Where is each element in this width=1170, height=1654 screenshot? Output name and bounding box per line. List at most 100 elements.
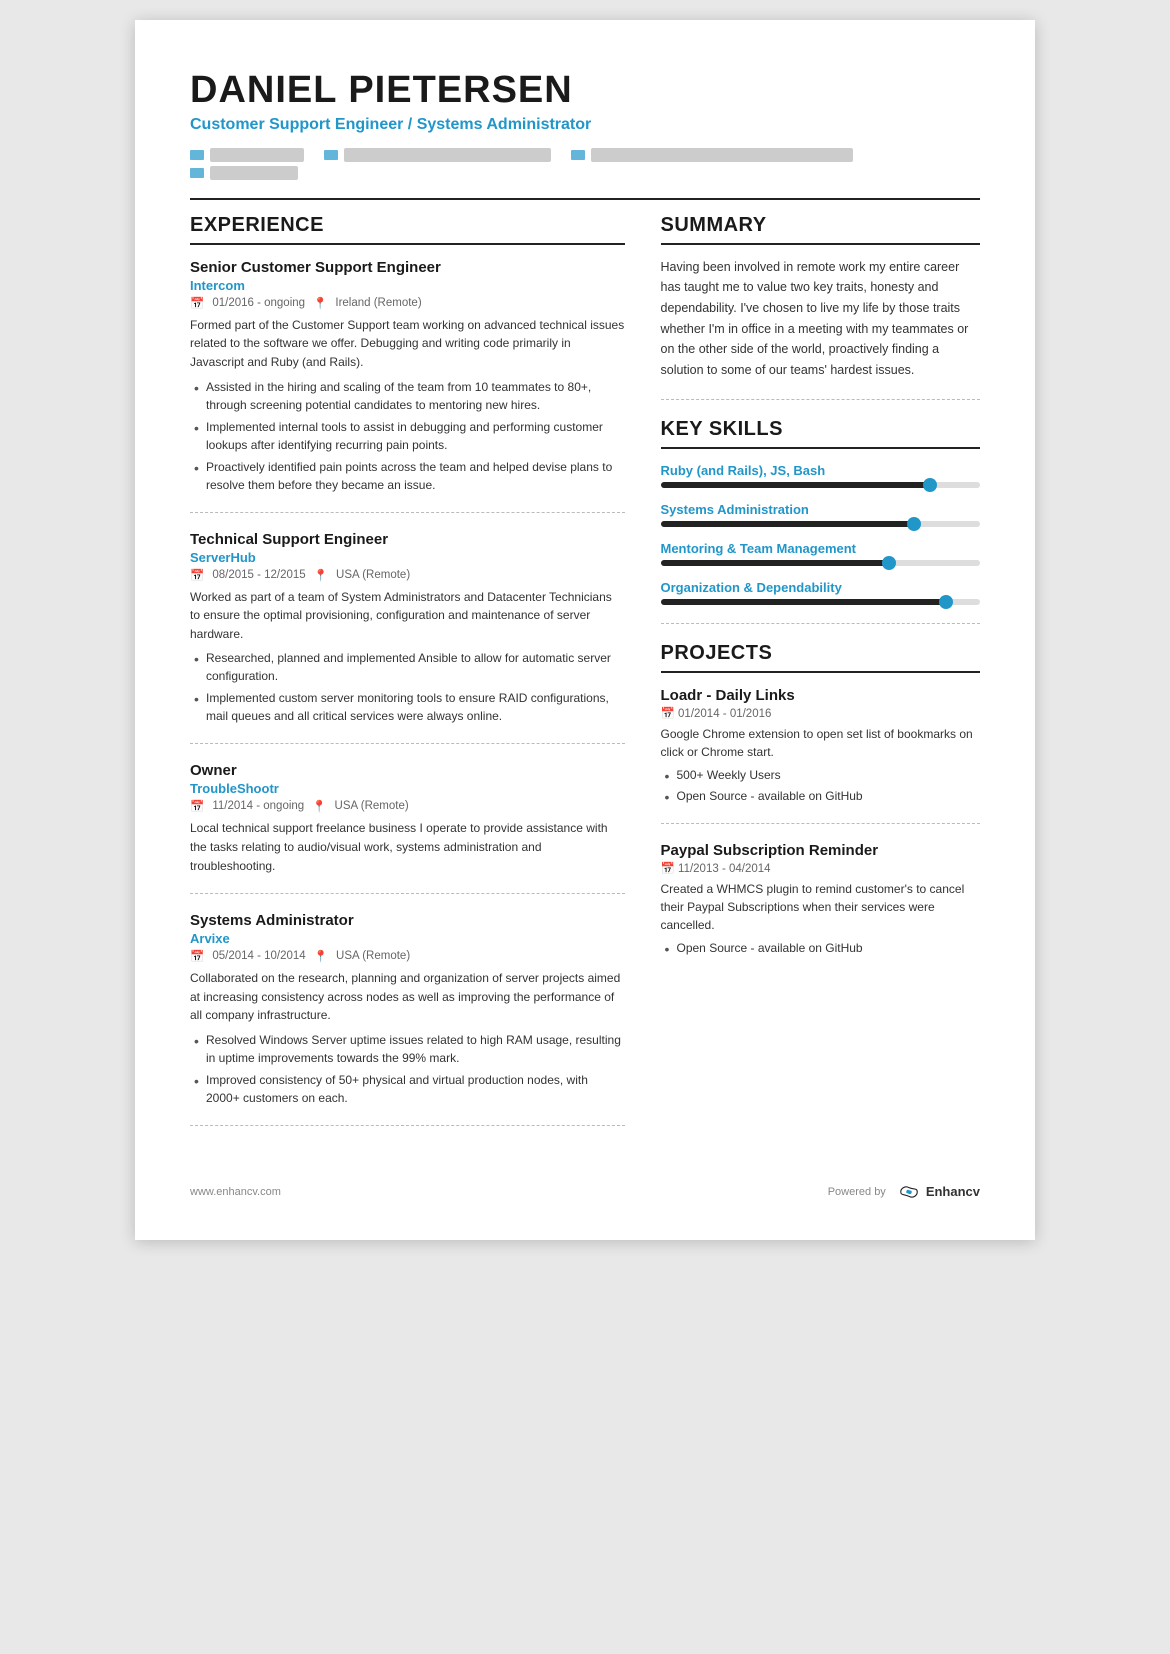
- web-value: ████ ██████: [210, 166, 298, 180]
- calendar-icon-2: 📅: [190, 568, 204, 582]
- job-1-desc: Formed part of the Customer Support team…: [190, 316, 625, 372]
- calendar-icon-4: 📅: [190, 949, 204, 963]
- skill-2-fill: [661, 521, 917, 527]
- candidate-name: DANIEL PIETERSEN: [190, 70, 980, 112]
- enhancv-brand-name: Enhancv: [926, 1184, 980, 1199]
- job-3-desc: Local technical support freelance busine…: [190, 819, 625, 875]
- project-2: Paypal Subscription Reminder 📅 11/2013 -…: [661, 842, 981, 957]
- job-2-bullet-2: Implemented custom server monitoring too…: [194, 689, 625, 725]
- contact-address: ██████████ ████████████ ████████: [571, 148, 853, 162]
- powered-by-label: Powered by: [828, 1186, 886, 1198]
- job-4-location: USA (Remote): [336, 950, 410, 962]
- job-1-bullet-3: Proactively identified pain points acros…: [194, 458, 625, 494]
- summary-section-title: SUMMARY: [661, 214, 981, 237]
- right-column: SUMMARY Having been involved in remote w…: [661, 214, 981, 1144]
- projects-divider: [661, 671, 981, 673]
- contact-web: ████ ██████: [190, 166, 298, 180]
- project-1-desc: Google Chrome extension to open set list…: [661, 725, 981, 761]
- job-2-title: Technical Support Engineer: [190, 531, 625, 548]
- job-1-title: Senior Customer Support Engineer: [190, 259, 625, 276]
- project-2-bullet-1: Open Source - available on GitHub: [665, 939, 981, 957]
- job-1: Senior Customer Support Engineer Interco…: [190, 259, 625, 494]
- job-3-title: Owner: [190, 762, 625, 779]
- skill-1-bar: [661, 482, 981, 488]
- job-1-meta: 📅 01/2016 - ongoing 📍 Ireland (Remote): [190, 296, 625, 310]
- calendar-icon-p2: 📅: [661, 863, 675, 875]
- location-icon: [571, 150, 585, 160]
- main-content: EXPERIENCE Senior Customer Support Engin…: [190, 214, 980, 1144]
- calendar-icon-p1: 📅: [661, 708, 675, 720]
- job-2-meta: 📅 08/2015 - 12/2015 📍 USA (Remote): [190, 568, 625, 582]
- pin-icon-1: 📍: [313, 296, 327, 310]
- job-divider-3: [190, 893, 625, 894]
- summary-skills-divider: [661, 399, 981, 400]
- job-4-desc: Collaborated on the research, planning a…: [190, 969, 625, 1025]
- calendar-icon-1: 📅: [190, 296, 204, 310]
- job-4-title: Systems Administrator: [190, 912, 625, 929]
- skill-2-bar: [661, 521, 981, 527]
- skill-2-dot: [907, 517, 921, 531]
- project-1-title: Loadr - Daily Links: [661, 687, 981, 704]
- skill-2: Systems Administration: [661, 502, 981, 527]
- enhancv-logo-icon: [898, 1184, 920, 1200]
- left-column: EXPERIENCE Senior Customer Support Engin…: [190, 214, 625, 1144]
- job-1-bullet-2: Implemented internal tools to assist in …: [194, 418, 625, 454]
- job-2-location: USA (Remote): [336, 569, 410, 581]
- job-4-dates: 05/2014 - 10/2014: [212, 950, 305, 962]
- job-1-location: Ireland (Remote): [335, 297, 421, 309]
- skill-3-fill: [661, 560, 891, 566]
- job-3-meta: 📅 11/2014 - ongoing 📍 USA (Remote): [190, 799, 625, 813]
- email-value: ████████████████████ ████: [344, 148, 551, 162]
- job-4-bullet-1: Resolved Windows Server uptime issues re…: [194, 1031, 625, 1067]
- project-2-title: Paypal Subscription Reminder: [661, 842, 981, 859]
- phone-icon: [190, 150, 204, 160]
- summary-text: Having been involved in remote work my e…: [661, 257, 981, 381]
- project-1: Loadr - Daily Links 📅 01/2014 - 01/2016 …: [661, 687, 981, 805]
- pin-icon-3: 📍: [312, 799, 326, 813]
- skill-4-bar: [661, 599, 981, 605]
- contact-email: ████████████████████ ████: [324, 148, 551, 162]
- project-divider-1: [661, 823, 981, 824]
- contact-row: ███████████ ████████████████████ ████ ██…: [190, 148, 980, 180]
- job-divider-1: [190, 512, 625, 513]
- project-2-bullets: Open Source - available on GitHub: [661, 939, 981, 957]
- project-2-dates: 📅 11/2013 - 04/2014: [661, 861, 981, 875]
- skill-3-name: Mentoring & Team Management: [661, 541, 981, 556]
- job-4-company: Arvixe: [190, 931, 625, 946]
- job-1-company: Intercom: [190, 278, 625, 293]
- resume-page: DANIEL PIETERSEN Customer Support Engine…: [135, 20, 1035, 1240]
- skill-3: Mentoring & Team Management: [661, 541, 981, 566]
- skill-1: Ruby (and Rails), JS, Bash: [661, 463, 981, 488]
- candidate-title: Customer Support Engineer / Systems Admi…: [190, 116, 980, 134]
- job-2-dates: 08/2015 - 12/2015: [212, 569, 305, 581]
- job-2-desc: Worked as part of a team of System Admin…: [190, 588, 625, 644]
- footer: www.enhancv.com Powered by Enhancv: [190, 1184, 980, 1200]
- footer-powered-by: Powered by Enhancv: [828, 1184, 980, 1200]
- job-2-bullets: Researched, planned and implemented Ansi…: [190, 649, 625, 725]
- email-icon: [324, 150, 338, 160]
- address-value: ██████████ ████████████ ████████: [591, 148, 853, 162]
- job-divider-4: [190, 1125, 625, 1126]
- phone-value: ███████████: [210, 148, 304, 162]
- skills-projects-divider: [661, 623, 981, 624]
- skill-1-fill: [661, 482, 933, 488]
- job-divider-2: [190, 743, 625, 744]
- skills-divider: [661, 447, 981, 449]
- job-4-bullets: Resolved Windows Server uptime issues re…: [190, 1031, 625, 1107]
- skills-section-title: KEY SKILLS: [661, 418, 981, 441]
- skill-3-bar: [661, 560, 981, 566]
- project-1-dates: 📅 01/2014 - 01/2016: [661, 706, 981, 720]
- summary-divider: [661, 243, 981, 245]
- skill-4-name: Organization & Dependability: [661, 580, 981, 595]
- calendar-icon-3: 📅: [190, 799, 204, 813]
- contact-phone: ███████████: [190, 148, 304, 162]
- job-4: Systems Administrator Arvixe 📅 05/2014 -…: [190, 912, 625, 1107]
- job-1-dates: 01/2016 - ongoing: [212, 297, 305, 309]
- job-2: Technical Support Engineer ServerHub 📅 0…: [190, 531, 625, 726]
- project-1-bullet-1: 500+ Weekly Users: [665, 766, 981, 784]
- project-2-desc: Created a WHMCS plugin to remind custome…: [661, 880, 981, 934]
- footer-website: www.enhancv.com: [190, 1186, 281, 1198]
- project-1-bullets: 500+ Weekly Users Open Source - availabl…: [661, 766, 981, 805]
- job-3-company: TroubleShootr: [190, 781, 625, 796]
- skill-4: Organization & Dependability: [661, 580, 981, 605]
